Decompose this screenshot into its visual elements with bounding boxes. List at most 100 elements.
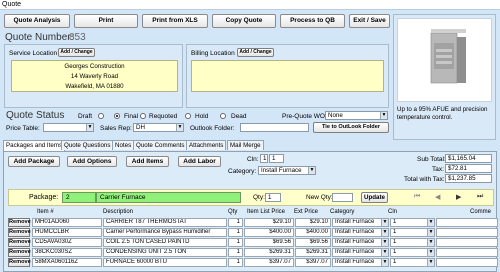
update-button[interactable]: Update xyxy=(361,192,388,203)
cln-cell[interactable]: 1 ▼ xyxy=(390,258,435,267)
chevron-down-icon[interactable]: ▼ xyxy=(381,239,388,246)
quote-form: Quote Analysis Print Print from XLS Copy… xyxy=(0,9,500,272)
add-options-button[interactable]: Add Options xyxy=(67,156,117,167)
category-cell[interactable]: Install Furnace ▼ xyxy=(332,218,389,227)
description-cell[interactable]: CONDENSING UNIT 2.5 TON xyxy=(103,248,227,257)
description-cell[interactable]: FURNACE 60000 BTU xyxy=(103,258,227,267)
cln-cell[interactable]: 1 ▼ xyxy=(390,218,435,227)
list-price-cell[interactable]: $400.00 xyxy=(244,228,294,237)
description-cell[interactable]: Carrier Performance Bypass Humidifier xyxy=(103,228,227,237)
item-number-cell[interactable]: HUMCCLBR xyxy=(32,228,102,237)
status-dead-radio[interactable] xyxy=(220,113,226,119)
copy-quote-button[interactable]: Copy Quote xyxy=(212,14,276,28)
chevron-down-icon[interactable]: ▼ xyxy=(427,259,434,266)
list-price-cell[interactable]: $69.56 xyxy=(244,238,294,247)
chevron-down-icon[interactable]: ▼ xyxy=(427,239,434,246)
chevron-down-icon[interactable]: ▼ xyxy=(381,219,388,226)
qty-cell[interactable]: 1 xyxy=(228,228,243,237)
category-cell[interactable]: Install Furnace ▼ xyxy=(332,258,389,267)
item-number-cell[interactable]: CD5AVA030Z xyxy=(32,238,102,247)
remove-button[interactable]: Remove xyxy=(8,248,31,257)
item-number-cell[interactable]: 58MXA060116Z xyxy=(32,258,102,267)
item-number-cell[interactable]: MH01AD060 xyxy=(32,218,102,227)
last-record-icon[interactable]: ⏭ xyxy=(477,193,483,201)
process-to-qb-button[interactable]: Process to QB xyxy=(280,14,345,28)
exit-save-button[interactable]: Exit / Save xyxy=(349,14,390,28)
package-qty-input[interactable]: 1 xyxy=(265,193,281,202)
qty-cell[interactable]: 1 xyxy=(228,238,243,247)
list-price-cell[interactable]: $29.10 xyxy=(244,218,294,227)
print-from-xls-button[interactable]: Print from XLS xyxy=(142,14,208,28)
cln-input-1[interactable]: 1 xyxy=(260,154,268,163)
category-cell[interactable]: Install Furnace ▼ xyxy=(332,248,389,257)
outlook-folder-input[interactable] xyxy=(240,123,309,132)
category-cell-value: Install Furnace xyxy=(335,249,375,255)
chevron-down-icon[interactable]: ▼ xyxy=(308,167,315,174)
comments-cell[interactable] xyxy=(436,258,498,267)
tie-to-outlook-button[interactable]: Tie to OutLook Folder xyxy=(313,122,389,133)
billing-location-change-button[interactable]: Add / Change xyxy=(237,48,274,57)
status-final-radio[interactable] xyxy=(114,113,120,119)
remove-button[interactable]: Remove xyxy=(8,258,31,267)
tab-attachments[interactable]: Attachments xyxy=(186,140,227,150)
list-price-cell[interactable]: $397.07 xyxy=(244,258,294,267)
list-price-cell[interactable]: $269.31 xyxy=(244,248,294,257)
tab-quote-comments[interactable]: Quote Comments xyxy=(133,140,188,150)
status-draft-radio[interactable] xyxy=(98,113,104,119)
status-hold-radio[interactable] xyxy=(185,113,191,119)
pre-quote-value: None xyxy=(328,112,343,119)
chevron-down-icon[interactable]: ▼ xyxy=(427,219,434,226)
description-cell[interactable]: CARRIER T87 THERMOSTAT xyxy=(103,218,227,227)
product-panel: Up to a 95% AFUE and precision temperatu… xyxy=(393,14,496,140)
previous-record-icon[interactable]: ◀ xyxy=(435,193,440,201)
cln-cell[interactable]: 1 ▼ xyxy=(390,238,435,247)
add-package-button[interactable]: Add Package xyxy=(8,156,60,167)
item-number-cell[interactable]: 38CKC030SZ xyxy=(32,248,102,257)
chevron-down-icon[interactable]: ▼ xyxy=(86,124,93,131)
status-requoted-radio[interactable] xyxy=(140,113,146,119)
tab-notes[interactable]: Notes xyxy=(112,140,135,150)
qty-cell[interactable]: 1 xyxy=(228,218,243,227)
next-record-icon[interactable]: ▶ xyxy=(456,193,461,201)
tab-mail-merge[interactable]: Mail Merge xyxy=(227,140,264,150)
qty-cell[interactable]: 1 xyxy=(228,258,243,267)
remove-button[interactable]: Remove xyxy=(8,228,31,237)
category-cell[interactable]: Install Furnace ▼ xyxy=(332,238,389,247)
service-location-change-button[interactable]: Add / Change xyxy=(58,48,95,57)
category-cell-value: Install Furnace xyxy=(335,219,375,225)
chevron-down-icon[interactable]: ▼ xyxy=(381,229,388,236)
comments-cell[interactable] xyxy=(436,238,498,247)
cln-cell[interactable]: 1 ▼ xyxy=(390,248,435,257)
comments-cell[interactable] xyxy=(436,218,498,227)
chevron-down-icon[interactable]: ▼ xyxy=(381,249,388,256)
comments-cell[interactable] xyxy=(436,228,498,237)
first-record-icon[interactable]: ⏮ xyxy=(414,193,420,201)
cln-cell[interactable]: 1 ▼ xyxy=(390,228,435,237)
chevron-down-icon[interactable]: ▼ xyxy=(176,124,183,131)
add-items-button[interactable]: Add Items xyxy=(126,156,169,167)
chevron-down-icon[interactable]: ▼ xyxy=(380,112,387,119)
chevron-down-icon[interactable]: ▼ xyxy=(427,229,434,236)
tab-quote-questions[interactable]: Quote Questions xyxy=(61,140,114,150)
comments-cell[interactable] xyxy=(436,248,498,257)
category-select[interactable]: Install Furnace ▼ xyxy=(258,166,316,175)
chevron-down-icon[interactable]: ▼ xyxy=(427,249,434,256)
price-table-select[interactable]: ▼ xyxy=(43,123,94,132)
sales-rep-select[interactable]: DH ▼ xyxy=(133,123,184,132)
add-labor-button[interactable]: Add Labor xyxy=(178,156,221,167)
remove-button[interactable]: Remove xyxy=(8,218,31,227)
chevron-down-icon[interactable]: ▼ xyxy=(381,259,388,266)
remove-button[interactable]: Remove xyxy=(8,238,31,247)
total-with-tax-label: Total with Tax: xyxy=(404,176,445,183)
cln-cell-value: 1 xyxy=(393,239,397,245)
tab-packages-and-items[interactable]: Packages and Items xyxy=(3,140,66,151)
description-cell[interactable]: COIL 2.5 TON CASED PAINTD xyxy=(103,238,227,247)
qty-cell[interactable]: 1 xyxy=(228,248,243,257)
cln-input-2[interactable]: 1 xyxy=(269,154,284,163)
print-button[interactable]: Print xyxy=(74,14,138,28)
ext-price-cell: $69.56 xyxy=(295,238,331,247)
category-cell[interactable]: Install Furnace ▼ xyxy=(332,228,389,237)
quote-analysis-button[interactable]: Quote Analysis xyxy=(4,14,70,28)
new-qty-input[interactable] xyxy=(332,193,353,202)
pre-quote-select[interactable]: None ▼ xyxy=(325,111,388,120)
